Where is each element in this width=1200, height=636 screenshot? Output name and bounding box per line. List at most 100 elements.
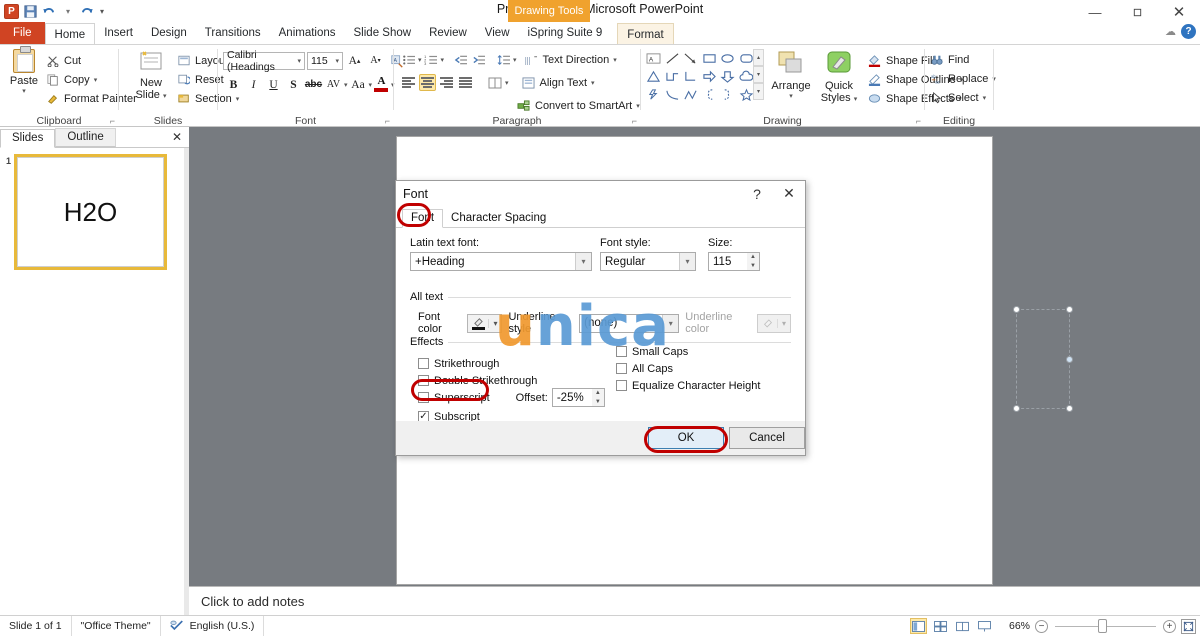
drawing-dialog-launcher[interactable]: ⌐ — [916, 116, 921, 126]
increase-indent-icon[interactable] — [470, 51, 487, 68]
font-name-combo[interactable]: Calibri (Headings ▾ — [223, 49, 305, 73]
corner-shape-icon[interactable] — [682, 68, 700, 85]
grow-font-button[interactable]: A ▴ — [345, 51, 364, 70]
line-spacing-icon[interactable] — [495, 51, 512, 68]
align-right-icon[interactable] — [438, 74, 455, 91]
ok-button[interactable]: OK — [648, 427, 724, 449]
help-icon[interactable]: ? — [1181, 24, 1196, 39]
font-style-dropdown-icon[interactable]: ▾ — [679, 253, 695, 270]
effect-small-caps[interactable]: Small Caps — [616, 343, 760, 360]
change-case-button[interactable]: Aa — [349, 75, 368, 94]
zoom-slider-handle[interactable] — [1098, 619, 1107, 633]
find-button[interactable]: Find — [929, 50, 996, 69]
convert-to-smartart-button[interactable]: Convert to SmartArt ▾ — [516, 96, 640, 115]
shapes-scroll-down-icon[interactable]: ▾ — [753, 66, 764, 83]
copy-dropdown-icon[interactable]: ▾ — [94, 76, 98, 84]
tab-transitions[interactable]: Transitions — [196, 22, 270, 44]
effect-all-caps[interactable]: All Caps — [616, 360, 760, 377]
status-theme[interactable]: "Office Theme" — [72, 615, 161, 636]
tab-file[interactable]: File — [0, 22, 45, 44]
elbow-connector-icon[interactable] — [664, 68, 682, 85]
font-name-dropdown-icon[interactable]: ▾ — [297, 57, 301, 65]
effect-equalize-character-height[interactable]: Equalize Character Height — [616, 377, 760, 394]
dialog-tab-character-spacing[interactable]: Character Spacing — [443, 210, 554, 227]
strikethrough-checkbox[interactable] — [418, 358, 429, 369]
tab-design[interactable]: Design — [142, 22, 196, 44]
tab-ispring-suite[interactable]: iSpring Suite 9 — [519, 22, 612, 44]
all-caps-checkbox[interactable] — [616, 363, 627, 374]
normal-view-icon[interactable] — [909, 618, 927, 634]
text-direction-button[interactable]: ||| Text Direction ▾ — [524, 50, 617, 69]
dialog-tab-font[interactable]: Font — [402, 209, 444, 228]
right-brace-shape-icon[interactable] — [719, 86, 737, 103]
size-input[interactable]: 115 — [708, 252, 747, 271]
font-size-dropdown-icon[interactable]: ▾ — [335, 57, 339, 65]
offset-input[interactable]: -25% — [551, 388, 592, 407]
zoom-out-button[interactable]: − — [1035, 619, 1048, 633]
shapes-more-icon[interactable]: ▾ — [753, 83, 764, 100]
align-left-icon[interactable] — [400, 74, 417, 91]
font-size-combo[interactable]: 115 ▾ — [307, 51, 343, 70]
character-spacing-dropdown-icon[interactable]: ▾ — [344, 81, 348, 89]
size-spin-up-icon[interactable]: ▲ — [747, 253, 759, 262]
close-pane-icon[interactable]: ✕ — [172, 130, 182, 144]
text-direction-dropdown-icon[interactable]: ▾ — [613, 56, 617, 64]
paragraph-dialog-launcher[interactable]: ⌐ — [632, 116, 637, 126]
underline-style-dropdown-icon[interactable]: ▾ — [662, 314, 679, 332]
line-shape-icon[interactable] — [664, 50, 682, 67]
slide-sorter-view-icon[interactable] — [932, 618, 949, 634]
placeholder-handle-mr[interactable] — [1066, 356, 1073, 363]
tab-review[interactable]: Review — [420, 22, 476, 44]
offset-spin-up-icon[interactable]: ▲ — [592, 389, 604, 398]
select-dropdown-icon[interactable]: ▾ — [983, 94, 987, 102]
new-slide-button[interactable]: New Slide ▾ — [129, 50, 173, 101]
underline-button[interactable]: U — [264, 75, 283, 94]
effect-strikethrough[interactable]: Strikethrough — [418, 355, 610, 372]
pane-tab-outline[interactable]: Outline — [55, 127, 116, 147]
tab-home[interactable]: Home — [44, 23, 96, 45]
offset-spin-down-icon[interactable]: ▼ — [592, 398, 604, 407]
down-arrow-shape-icon[interactable] — [719, 68, 737, 85]
placeholder-handle-tr[interactable] — [1066, 306, 1073, 313]
align-center-icon[interactable] — [419, 74, 436, 91]
font-color-dropdown-icon[interactable]: ▾ — [488, 318, 501, 328]
fit-to-window-icon[interactable] — [1181, 618, 1196, 634]
align-text-dropdown-icon[interactable]: ▾ — [591, 79, 595, 87]
double-strikethrough-checkbox[interactable] — [418, 375, 429, 386]
arrange-button[interactable]: Arrange ▾ — [769, 50, 813, 100]
tab-insert[interactable]: Insert — [95, 22, 142, 44]
placeholder-handle-tl[interactable] — [1013, 306, 1020, 313]
tab-slide-show[interactable]: Slide Show — [345, 22, 421, 44]
reading-view-icon[interactable] — [954, 618, 971, 634]
triangle-shape-icon[interactable] — [645, 68, 663, 85]
font-dialog-launcher[interactable]: ⌐ — [385, 116, 390, 126]
status-language[interactable]: English (U.S.) — [161, 615, 265, 636]
offset-spinner[interactable]: ▲ ▼ — [591, 388, 605, 407]
equalize-character-height-checkbox[interactable] — [616, 380, 627, 391]
size-spinner[interactable]: ▲ ▼ — [747, 252, 760, 271]
lightning-shape-icon[interactable] — [645, 86, 663, 103]
left-brace-shape-icon[interactable] — [701, 86, 719, 103]
superscript-checkbox[interactable] — [418, 392, 429, 403]
curve-shape-icon[interactable] — [664, 86, 682, 103]
textbox-shape-icon[interactable]: A — [645, 50, 663, 67]
tab-animations[interactable]: Animations — [270, 22, 345, 44]
shrink-font-button[interactable]: A ▾ — [366, 51, 385, 70]
slide-thumbnail-1[interactable]: H2O — [14, 154, 167, 270]
columns-icon[interactable] — [486, 74, 503, 91]
numbering-icon[interactable]: 123 — [423, 51, 440, 68]
latin-text-font-dropdown-icon[interactable]: ▾ — [575, 253, 591, 270]
size-spin-down-icon[interactable]: ▼ — [747, 262, 759, 271]
select-button[interactable]: Select ▾ — [929, 88, 996, 107]
paste-button[interactable]: Paste ▾ — [7, 46, 41, 95]
underline-style-combo[interactable]: (none) ▾ — [579, 313, 680, 333]
oval-shape-icon[interactable] — [719, 50, 737, 67]
shapes-gallery[interactable]: A — [645, 49, 755, 103]
effect-superscript[interactable]: Superscript Offset: -25% ▲ ▼ — [418, 388, 610, 407]
minimize-button[interactable]: — — [1074, 0, 1116, 24]
shapes-scroll-up-icon[interactable]: ▴ — [753, 49, 764, 66]
tab-view[interactable]: View — [476, 22, 519, 44]
notes-pane[interactable]: Click to add notes — [189, 586, 1200, 615]
rectangle-shape-icon[interactable] — [701, 50, 719, 67]
right-arrow-shape-icon[interactable] — [701, 68, 719, 85]
